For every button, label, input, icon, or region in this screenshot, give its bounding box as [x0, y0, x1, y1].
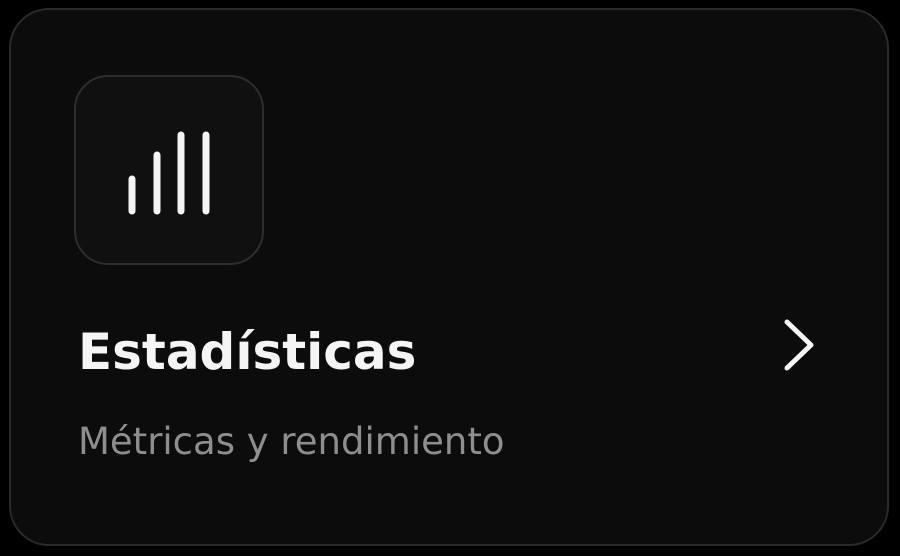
icon-tile [74, 75, 264, 265]
card-title: Estadísticas [78, 323, 417, 381]
statistics-card[interactable]: Estadísticas Métricas y rendimiento [9, 8, 889, 546]
bar-signal-icon [128, 131, 210, 215]
card-subtitle: Métricas y rendimiento [78, 420, 505, 463]
chevron-right-icon[interactable] [776, 310, 826, 380]
